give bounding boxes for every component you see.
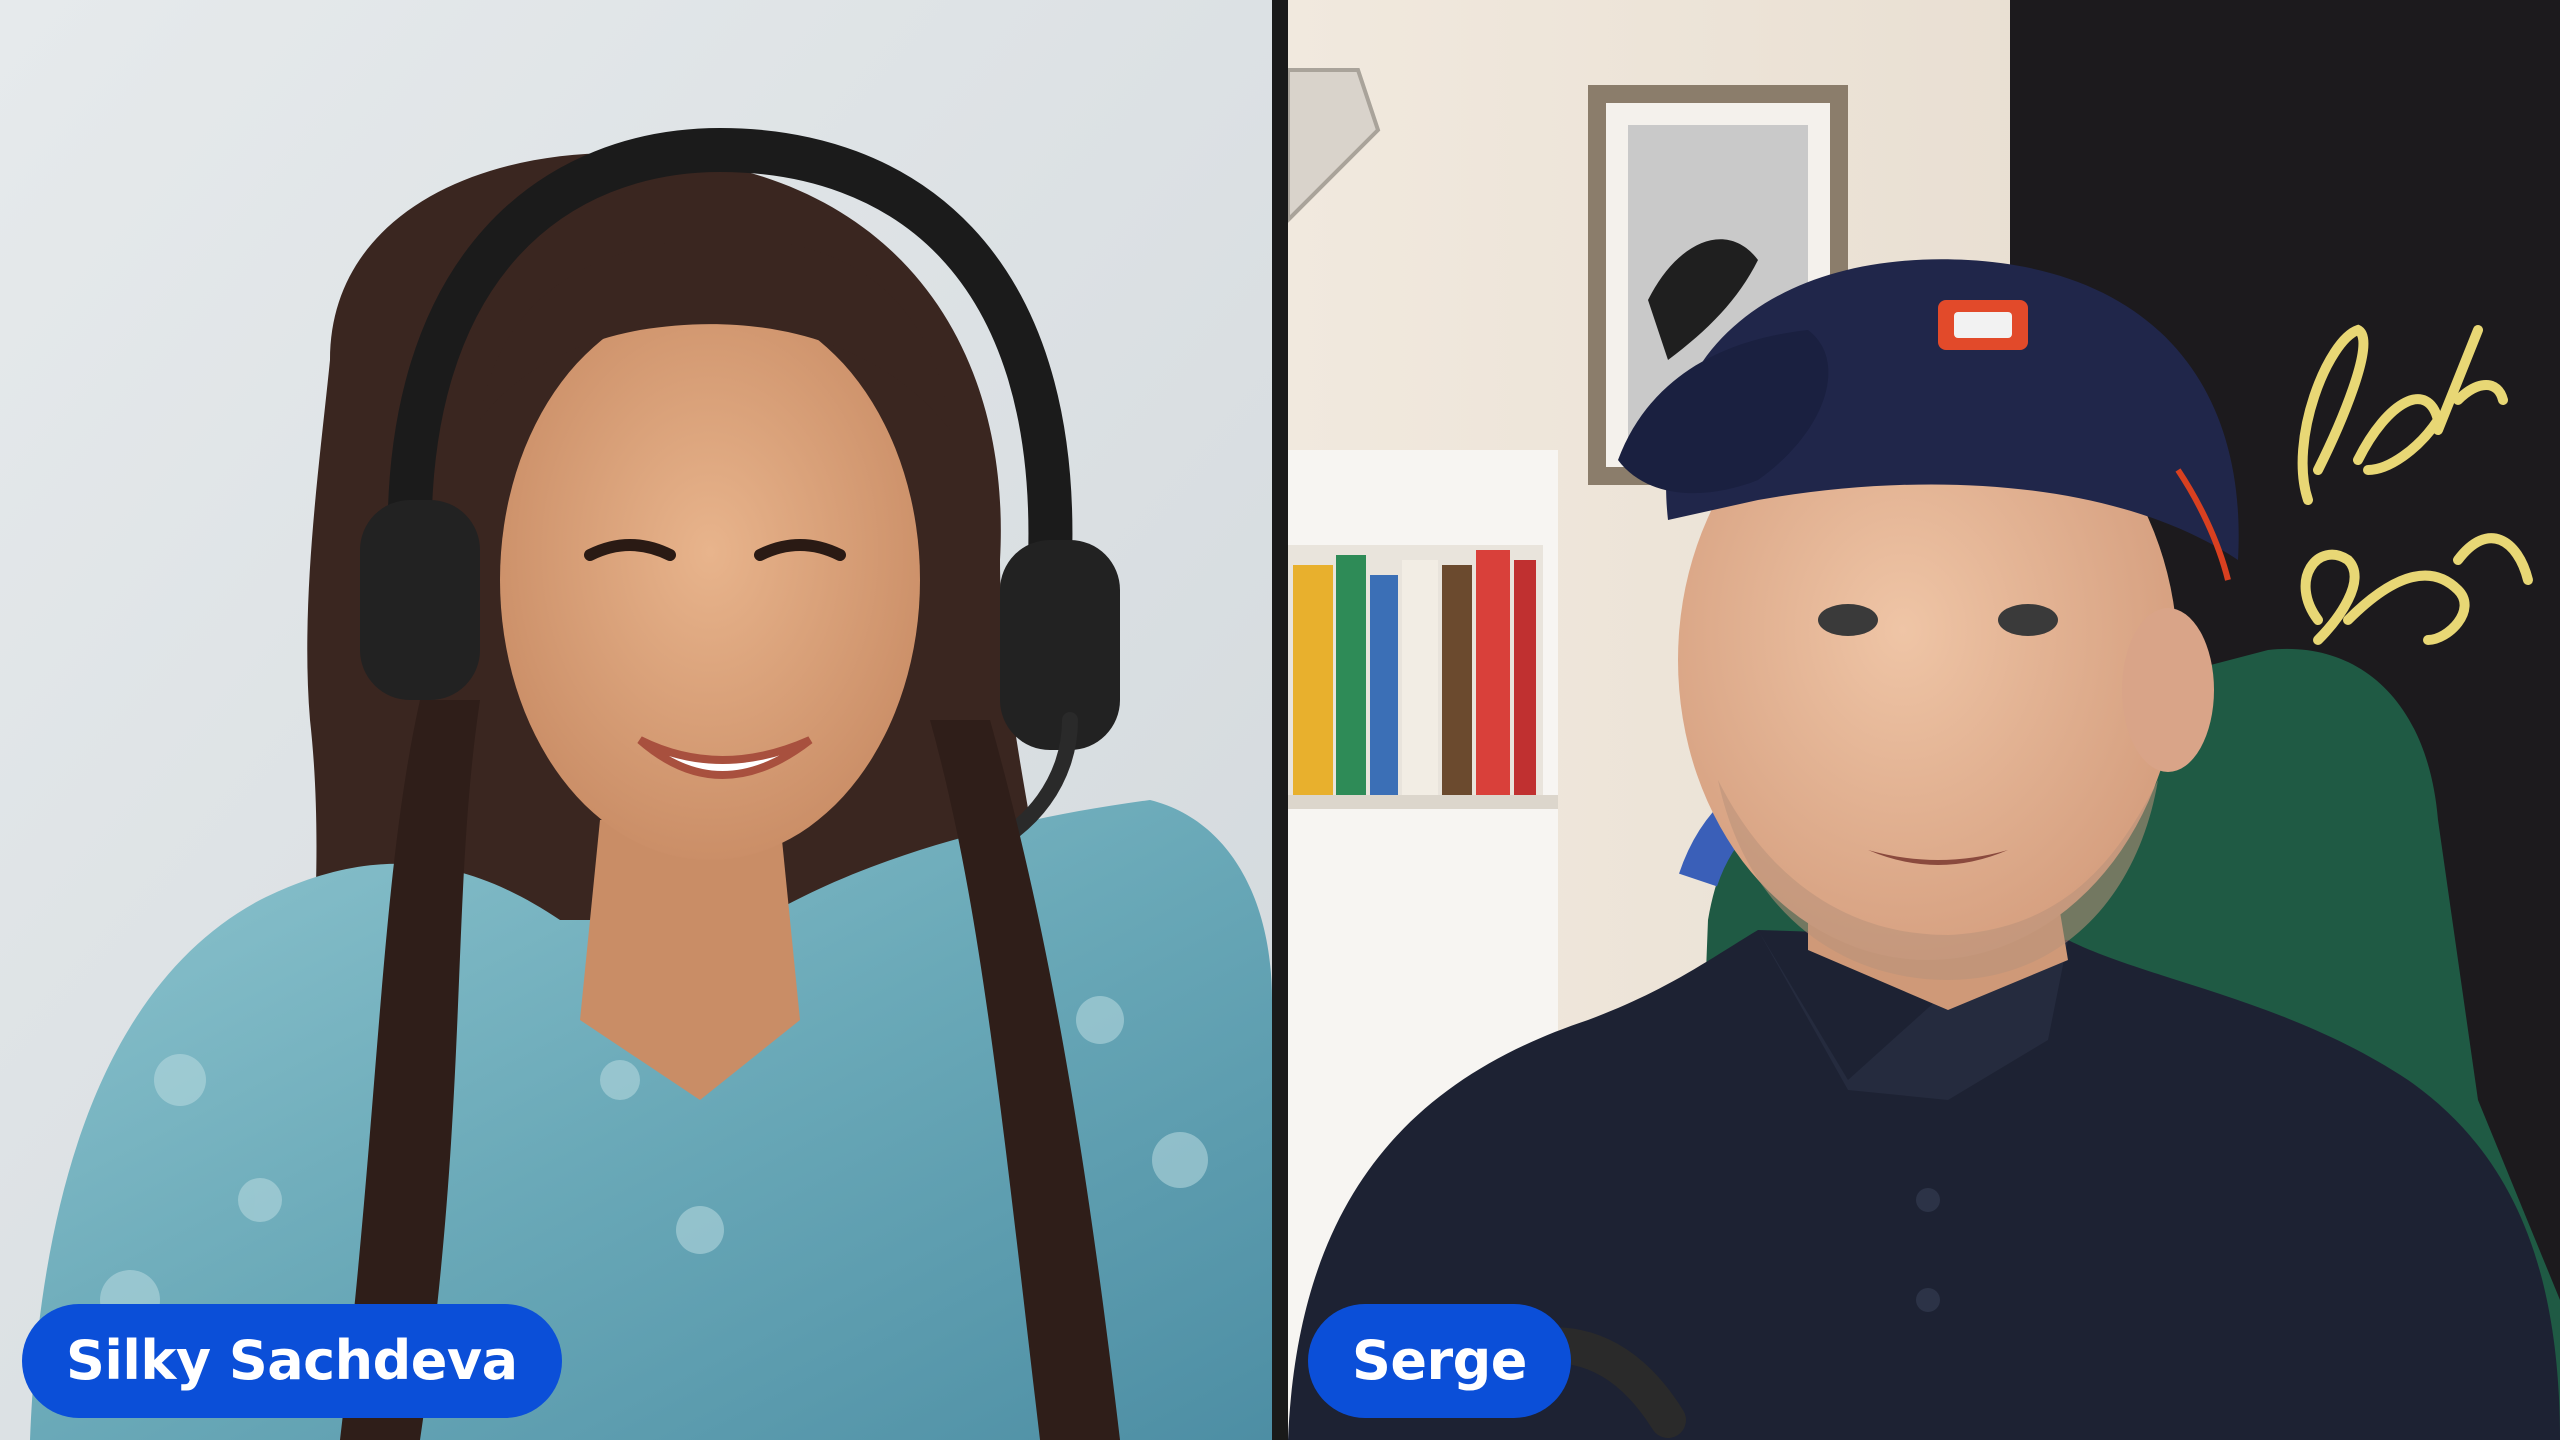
- participant-video-feed: [1288, 0, 2560, 1440]
- participant-name-tag: Serge: [1308, 1304, 1571, 1418]
- participant-tile-silky[interactable]: Silky Sachdeva: [0, 0, 1272, 1440]
- participant-tile-serge[interactable]: Serge: [1288, 0, 2560, 1440]
- participant-name-tag: Silky Sachdeva: [22, 1304, 562, 1418]
- video-call-stage: Silky Sachdeva Serge: [0, 0, 2560, 1440]
- tile-divider: [1272, 0, 1288, 1440]
- participant-video-feed: [0, 0, 1272, 1440]
